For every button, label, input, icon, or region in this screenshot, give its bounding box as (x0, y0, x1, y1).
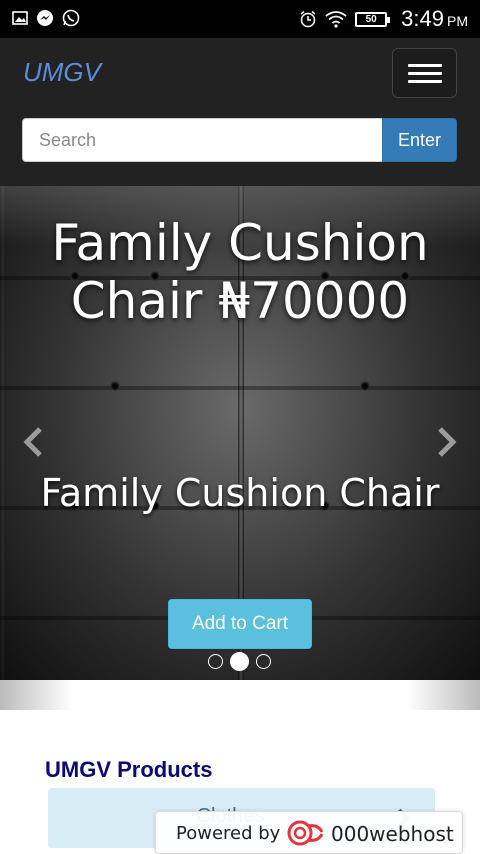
notification-icons (12, 9, 80, 27)
carousel-indicator-2[interactable] (230, 652, 249, 671)
carousel-indicator-1[interactable] (208, 654, 223, 669)
webhost-powered-text: Powered by (176, 823, 281, 844)
carousel-indicator-3[interactable] (256, 654, 271, 669)
webhost-logo-icon (287, 820, 324, 846)
enter-button[interactable]: Enter (382, 118, 457, 162)
carousel-prev-button[interactable] (22, 426, 44, 466)
alarm-icon (300, 10, 316, 28)
status-bar: 50 3:49 PM (0, 0, 480, 38)
add-to-cart-button[interactable]: Add to Cart (168, 599, 312, 649)
hamburger-icon-line (408, 80, 442, 83)
slide-title: Family Cushion Chair ₦70000 (51, 214, 429, 330)
webhost-name: 000webhost (331, 822, 454, 846)
slide-caption: Family Cushion Chair (40, 471, 440, 515)
clock: 3:49 PM (401, 6, 468, 32)
menu-toggle-button[interactable] (392, 48, 457, 98)
clock-time: 3:49 (401, 6, 444, 31)
navbar: UMGV Enter (0, 38, 480, 186)
carousel-indicators (208, 652, 271, 671)
wifi-icon (325, 11, 347, 28)
image-icon (12, 11, 28, 25)
carousel-next-button[interactable] (436, 426, 458, 466)
system-icons: 50 3:49 PM (299, 6, 468, 32)
messenger-icon (37, 10, 53, 26)
brand-link[interactable]: UMGV (23, 57, 101, 88)
hamburger-icon (408, 64, 442, 67)
search-input[interactable] (22, 118, 383, 162)
product-carousel: Family Cushion Chair ₦70000 Family Cushi… (0, 186, 480, 710)
products-heading: UMGV Products (45, 757, 213, 782)
webhost-badge[interactable]: Powered by 000webhost (155, 811, 463, 854)
hamburger-icon-line (408, 72, 442, 75)
clock-ampm: PM (447, 13, 468, 29)
whatsapp-icon (62, 9, 80, 27)
chevron-left-icon (23, 427, 42, 457)
chevron-right-icon (438, 427, 457, 457)
battery-icon: 50 (355, 11, 391, 27)
slide-bottom-fade (0, 680, 480, 710)
